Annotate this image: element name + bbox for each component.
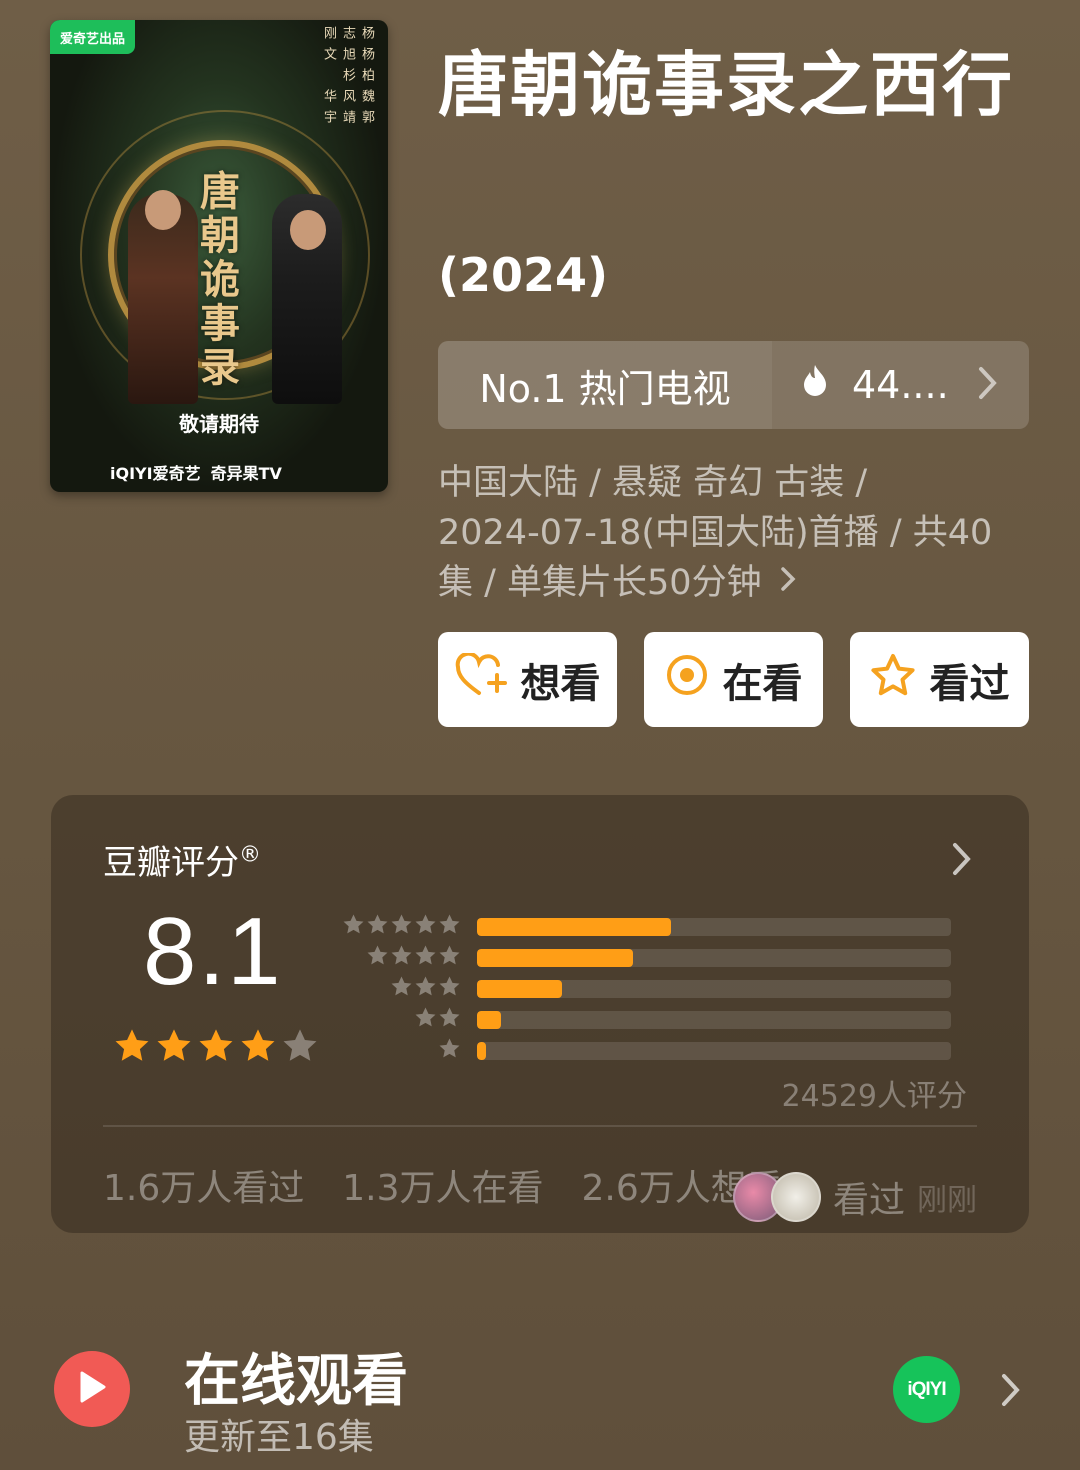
heat-indicator[interactable]: 44.... (772, 341, 1029, 429)
rating-label: 豆瓣评分® (103, 842, 261, 883)
rating-bar-track (477, 979, 951, 998)
star-filled-icon (239, 1027, 277, 1069)
stat-watching[interactable]: 1.3万人在看 (342, 1159, 543, 1211)
flame-icon (800, 363, 830, 408)
star-filled-icon (197, 1027, 235, 1069)
chevron-right-icon[interactable] (1000, 1370, 1022, 1414)
rating-bar-track (477, 917, 951, 936)
rating-bar-stars (357, 1006, 477, 1033)
meta-line-2: 2024-07-18(中国大陆)首播 / 共40 (438, 513, 993, 553)
rating-bar-track (477, 1010, 951, 1029)
recent-time: 刚刚 (917, 1183, 977, 1218)
divider (103, 1125, 977, 1127)
poster-calligraphy: 唐朝诡事录 (200, 168, 240, 391)
stat-watched[interactable]: 1.6万人看过 (103, 1159, 304, 1211)
play-button[interactable] (54, 1351, 130, 1427)
chevron-right-icon (977, 363, 999, 412)
heat-value: 44.... (852, 363, 949, 407)
rating-bar-fill (477, 948, 634, 967)
iqiyi-logo-icon[interactable]: iQIYI (893, 1356, 960, 1423)
star-small-icon (366, 913, 389, 940)
rating-stars (113, 1027, 319, 1069)
rating-bar-fill (477, 917, 672, 936)
watch-online-title[interactable]: 在线观看 (184, 1336, 408, 1417)
star-outline-icon (870, 653, 916, 707)
chevron-right-icon[interactable] (951, 839, 973, 883)
watching-button[interactable]: 在看 (644, 632, 823, 727)
star-filled-icon (113, 1027, 151, 1069)
audience-stats: 1.6万人看过 1.3万人在看 2.6万人想看 (103, 1159, 783, 1211)
star-small-icon (414, 913, 437, 940)
star-small-icon (390, 913, 413, 940)
target-icon (665, 653, 709, 707)
star-small-icon (414, 975, 437, 1002)
poster-badge: 爱奇艺出品 (50, 20, 136, 54)
star-small-icon (438, 1006, 461, 1033)
rating-bar-stars (357, 975, 477, 1002)
star-small-icon (390, 944, 413, 971)
meta-line-1: 中国大陆 / 悬疑 奇幻 古装 / (438, 463, 868, 503)
play-icon (77, 1370, 107, 1408)
page-title: 唐朝诡事录之西行 (438, 44, 1014, 126)
chevron-right-icon (780, 558, 796, 608)
rating-bar-stars (357, 944, 477, 971)
watched-button[interactable]: 看过 (850, 632, 1029, 727)
rating-bar-fill (477, 1041, 487, 1060)
star-small-icon (438, 1037, 461, 1064)
meta-info[interactable]: 中国大陆 / 悬疑 奇幻 古装 / 2024-07-18(中国大陆)首播 / 共… (438, 458, 1028, 608)
rating-count: 24529人评分 (781, 1079, 967, 1114)
star-small-icon (414, 944, 437, 971)
rating-bar-row (343, 911, 967, 942)
rating-bar-track (477, 1041, 951, 1060)
action-buttons: 想看 在看 看过 (438, 632, 1029, 727)
watch-online-subtitle: 更新至16集 (184, 1417, 374, 1458)
star-small-icon (390, 975, 413, 1002)
rating-bar-fill (477, 1010, 501, 1029)
recent-action: 看过 (832, 1180, 905, 1221)
avatar (770, 1172, 821, 1222)
star-small-icon (438, 944, 461, 971)
poster-cast: 杨志刚 杨旭文 柏杉 魏风华 郭靖宇 (321, 26, 374, 123)
poster-tagline: 敬请期待 (179, 412, 259, 436)
star-small-icon (342, 913, 365, 940)
rating-distribution (343, 911, 967, 1066)
rating-bar-row (357, 942, 967, 973)
want-to-watch-button[interactable]: 想看 (438, 632, 617, 727)
star-small-icon (438, 975, 461, 1002)
poster-image[interactable]: 爱奇艺出品 杨志刚 杨旭文 柏杉 魏风华 郭靖宇 唐朝诡事录 敬请期待 iQIY… (50, 20, 388, 492)
poster-head-right (290, 210, 326, 250)
rating-bar-stars (357, 1037, 477, 1064)
rating-bar-row (357, 973, 967, 1004)
rating-bar-stars (343, 913, 477, 940)
rating-bar-fill (477, 979, 563, 998)
star-small-icon (438, 913, 461, 940)
release-year: (2024) (438, 248, 609, 302)
rating-bar-row (357, 1035, 967, 1066)
meta-line-3: 集 / 单集片长50分钟 (438, 558, 1028, 608)
rating-score: 8.1 (143, 898, 283, 1005)
rating-card[interactable]: 豆瓣评分® 8.1 24529人评分 1.6万人看过 1.3万人在看 2.6万人… (51, 795, 1029, 1233)
rating-bar-track (477, 948, 951, 967)
rating-bar-row (357, 1004, 967, 1035)
rank-label: No.1 热门电视 (438, 341, 772, 429)
heart-plus-icon (455, 651, 507, 707)
star-small-icon (366, 944, 389, 971)
star-empty-icon (281, 1027, 319, 1069)
star-small-icon (414, 1006, 437, 1033)
recent-activity[interactable]: 看过 刚刚 (732, 1171, 977, 1223)
poster-platform-logos: iQIYI爱奇艺 奇异果TV (110, 464, 282, 483)
star-filled-icon (155, 1027, 193, 1069)
rank-banner[interactable]: No.1 热门电视 44.... (438, 341, 1029, 429)
poster-head-left (145, 190, 181, 230)
